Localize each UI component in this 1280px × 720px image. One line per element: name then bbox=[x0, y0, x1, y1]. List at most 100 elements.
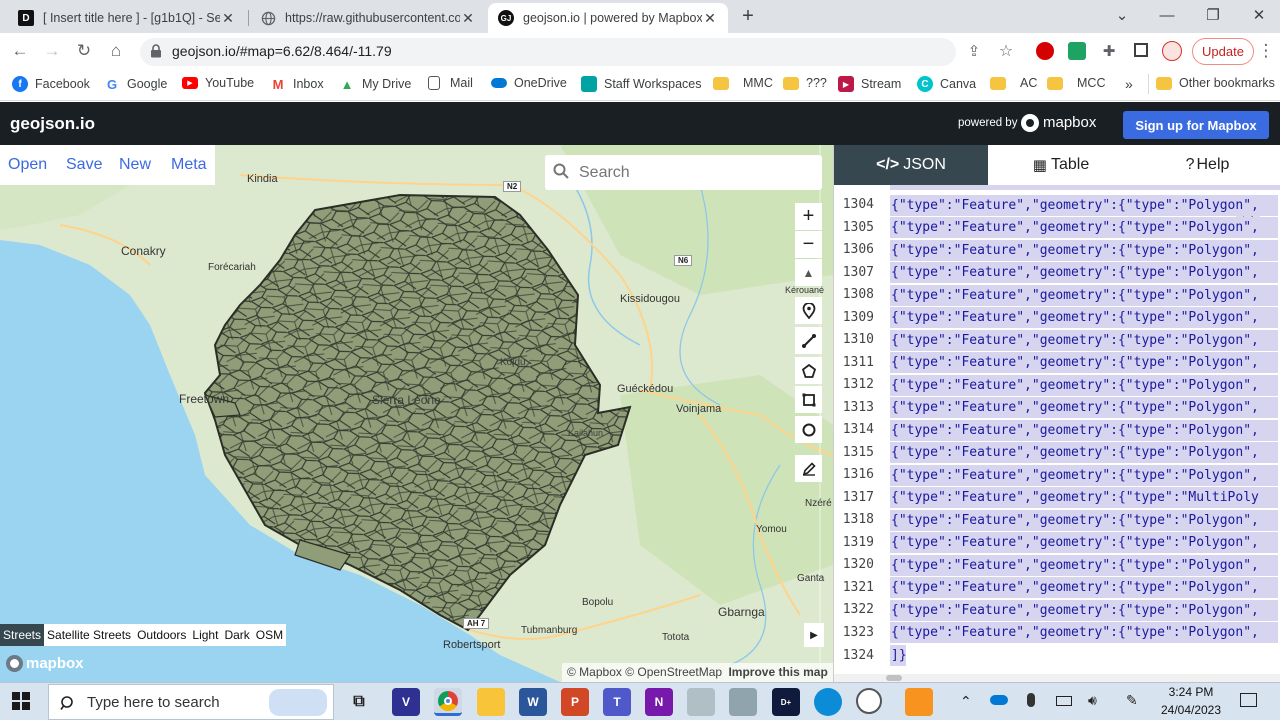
new-menu[interactable]: New bbox=[119, 156, 151, 174]
json-line[interactable]: {"type":"Feature","geometry":{"type":"Po… bbox=[890, 465, 1278, 486]
bookmark-inbox[interactable]: M Inbox bbox=[270, 76, 324, 92]
other-bookmarks[interactable]: Other bookmarks bbox=[1156, 76, 1275, 90]
task-view-icon[interactable]: ⧉ bbox=[345, 688, 373, 716]
clock-date[interactable]: 24/04/2023 bbox=[1153, 703, 1229, 717]
draw-line-icon[interactable] bbox=[795, 327, 822, 354]
json-line[interactable]: ]} bbox=[890, 645, 906, 666]
zoom-in-button[interactable]: + bbox=[795, 203, 822, 230]
new-tab-button[interactable]: + bbox=[738, 5, 758, 27]
media-icon[interactable] bbox=[856, 688, 882, 714]
clock-time[interactable]: 3:24 PM bbox=[1168, 685, 1214, 699]
close-tab-icon[interactable]: ✕ bbox=[460, 10, 476, 27]
json-line[interactable]: {"type":"Feature","geometry":{"type":"Po… bbox=[890, 375, 1278, 396]
adblock-extension-icon[interactable] bbox=[1036, 42, 1054, 60]
compass-icon[interactable]: ▲ bbox=[795, 259, 822, 286]
json-line[interactable]: {"type":"Feature","geometry":{"type":"Po… bbox=[890, 285, 1278, 306]
green-extension-icon[interactable] bbox=[1068, 42, 1086, 60]
microphone-icon[interactable] bbox=[1027, 693, 1035, 707]
signup-button[interactable]: Sign up for Mapbox bbox=[1123, 111, 1269, 139]
improve-map-link[interactable]: Improve this map bbox=[728, 665, 827, 679]
disney-plus-icon[interactable]: D+ bbox=[772, 688, 800, 716]
open-menu[interactable]: Open bbox=[8, 156, 47, 174]
style-osm[interactable]: OSM bbox=[253, 628, 286, 642]
close-tab-icon[interactable]: ✕ bbox=[702, 10, 718, 27]
json-line[interactable]: {"type":"Feature","geometry":{"type":"Po… bbox=[890, 397, 1278, 418]
map-canvas[interactable]: Kindia Conakry Forécariah Kissidougou Ké… bbox=[0, 145, 833, 682]
tab-table[interactable]: ▦ Table bbox=[988, 145, 1134, 185]
home-icon[interactable]: ⌂ bbox=[102, 37, 130, 65]
battery-icon[interactable] bbox=[1056, 696, 1072, 706]
json-line[interactable]: {"type":"Feature","geometry":{"type":"Po… bbox=[890, 352, 1278, 373]
bookmark-google[interactable]: G Google bbox=[104, 76, 167, 92]
tab-github-raw[interactable]: https://raw.githubusercontent.co ✕ bbox=[250, 3, 486, 33]
side-panel-icon[interactable] bbox=[1134, 43, 1148, 57]
app-v-icon[interactable]: V bbox=[392, 688, 420, 716]
json-line[interactable]: {"type":"Feature","geometry":{"type":"Po… bbox=[890, 577, 1278, 598]
teams-icon[interactable]: T bbox=[603, 688, 631, 716]
url-text[interactable]: geojson.io/#map=6.62/8.464/-11.79 bbox=[172, 43, 392, 59]
draw-circle-icon[interactable] bbox=[795, 416, 822, 443]
reload-icon[interactable]: ↻ bbox=[70, 37, 98, 65]
meta-menu[interactable]: Meta bbox=[171, 156, 207, 174]
share-icon[interactable]: ⇪ bbox=[960, 37, 988, 65]
style-satellite-streets[interactable]: Satellite Streets bbox=[44, 628, 134, 642]
onenote-icon[interactable]: N bbox=[645, 688, 673, 716]
file-explorer-icon[interactable] bbox=[477, 688, 505, 716]
json-line[interactable]: {"type":"Feature","geometry":{"type":"Po… bbox=[890, 555, 1278, 576]
bookmark-my-drive[interactable]: ▲ My Drive bbox=[339, 76, 411, 92]
edge-icon[interactable] bbox=[814, 688, 842, 716]
json-line[interactable]: {"type":"Feature","geometry":{"type":"Po… bbox=[890, 622, 1278, 643]
app-orange-icon[interactable] bbox=[905, 688, 933, 716]
taskbar-search-box[interactable]: Type here to search bbox=[48, 684, 334, 720]
forward-arrow-icon[interactable]: → bbox=[38, 37, 66, 65]
update-button[interactable]: Update bbox=[1192, 38, 1254, 65]
paint-icon[interactable] bbox=[687, 688, 715, 716]
draw-polygon-icon[interactable] bbox=[795, 357, 822, 384]
bookmark-onedrive[interactable]: OneDrive bbox=[491, 76, 567, 90]
bookmark-qqq[interactable]: ??? bbox=[783, 76, 827, 90]
style-outdoors[interactable]: Outdoors bbox=[134, 628, 189, 642]
chrome-icon[interactable] bbox=[434, 688, 462, 716]
restore-button[interactable]: ❐ bbox=[1190, 0, 1236, 30]
tab-json[interactable]: </> JSON bbox=[834, 145, 988, 185]
json-line[interactable]: {"type":"Feature","geometry":{"type":"Po… bbox=[890, 420, 1278, 441]
tools-icon[interactable] bbox=[729, 688, 757, 716]
menu-dots-icon[interactable]: ⋮ bbox=[1256, 37, 1276, 65]
draw-rectangle-icon[interactable] bbox=[795, 386, 822, 413]
style-dark[interactable]: Dark bbox=[221, 628, 252, 642]
lock-icon[interactable] bbox=[150, 44, 162, 58]
minimize-button[interactable]: — bbox=[1144, 0, 1190, 30]
word-icon[interactable]: W bbox=[519, 688, 547, 716]
json-line[interactable]: {"type":"Feature","geometry":{"type":"Po… bbox=[890, 510, 1278, 531]
notification-icon[interactable] bbox=[1240, 693, 1257, 707]
profile-avatar[interactable] bbox=[1162, 41, 1182, 61]
tab-insert-title[interactable]: D [ Insert title here ] - [g1b1Q] - Se ✕ bbox=[8, 3, 246, 33]
app-logo[interactable]: geojson.io bbox=[10, 114, 95, 134]
back-arrow-icon[interactable]: ← bbox=[6, 37, 34, 65]
horizontal-scrollbar[interactable] bbox=[834, 674, 1280, 682]
json-line[interactable]: {"type":"Feature","geometry":{"type":"Po… bbox=[890, 217, 1278, 238]
pen-icon[interactable]: ✎ bbox=[1126, 692, 1138, 709]
bookmark-stream[interactable]: ▶ Stream bbox=[838, 76, 901, 92]
bookmark-ac[interactable]: AC bbox=[990, 76, 1037, 90]
map-search-box[interactable]: Search bbox=[545, 155, 822, 190]
json-line[interactable]: {"type":"Feature","geometry":{"type":"Po… bbox=[890, 240, 1278, 261]
bookmark-facebook[interactable]: f Facebook bbox=[12, 76, 90, 92]
style-streets[interactable]: Streets bbox=[0, 624, 45, 646]
tab-help[interactable]: ? Help bbox=[1134, 145, 1280, 185]
close-tab-icon[interactable]: ✕ bbox=[220, 10, 236, 27]
mapbox-logo[interactable]: mapbox bbox=[6, 655, 84, 672]
json-line[interactable]: {"type":"Feature","geometry":{"type":"Po… bbox=[890, 532, 1278, 553]
powerpoint-icon[interactable]: P bbox=[561, 688, 589, 716]
collapse-panel-arrow-icon[interactable]: ▶ bbox=[804, 623, 824, 647]
json-line[interactable]: {"type":"Feature","geometry":{"type":"Po… bbox=[890, 307, 1278, 328]
tray-overflow-icon[interactable]: ⌃ bbox=[960, 693, 972, 710]
close-window-button[interactable]: ✕ bbox=[1236, 0, 1280, 30]
extensions-puzzle-icon[interactable]: ✚ bbox=[1095, 37, 1123, 65]
json-line[interactable]: {"type":"Feature","geometry":{"type":"Po… bbox=[890, 600, 1278, 621]
onedrive-tray-icon[interactable] bbox=[990, 695, 1008, 705]
json-line[interactable]: {"type":"Feature","geometry":{"type":"Po… bbox=[890, 195, 1278, 216]
volume-icon[interactable]: 🔊︎ bbox=[1088, 692, 1097, 709]
edit-features-icon[interactable] bbox=[795, 455, 822, 482]
json-line[interactable]: {"type":"Feature","geometry":{"type":"Po… bbox=[890, 330, 1278, 351]
